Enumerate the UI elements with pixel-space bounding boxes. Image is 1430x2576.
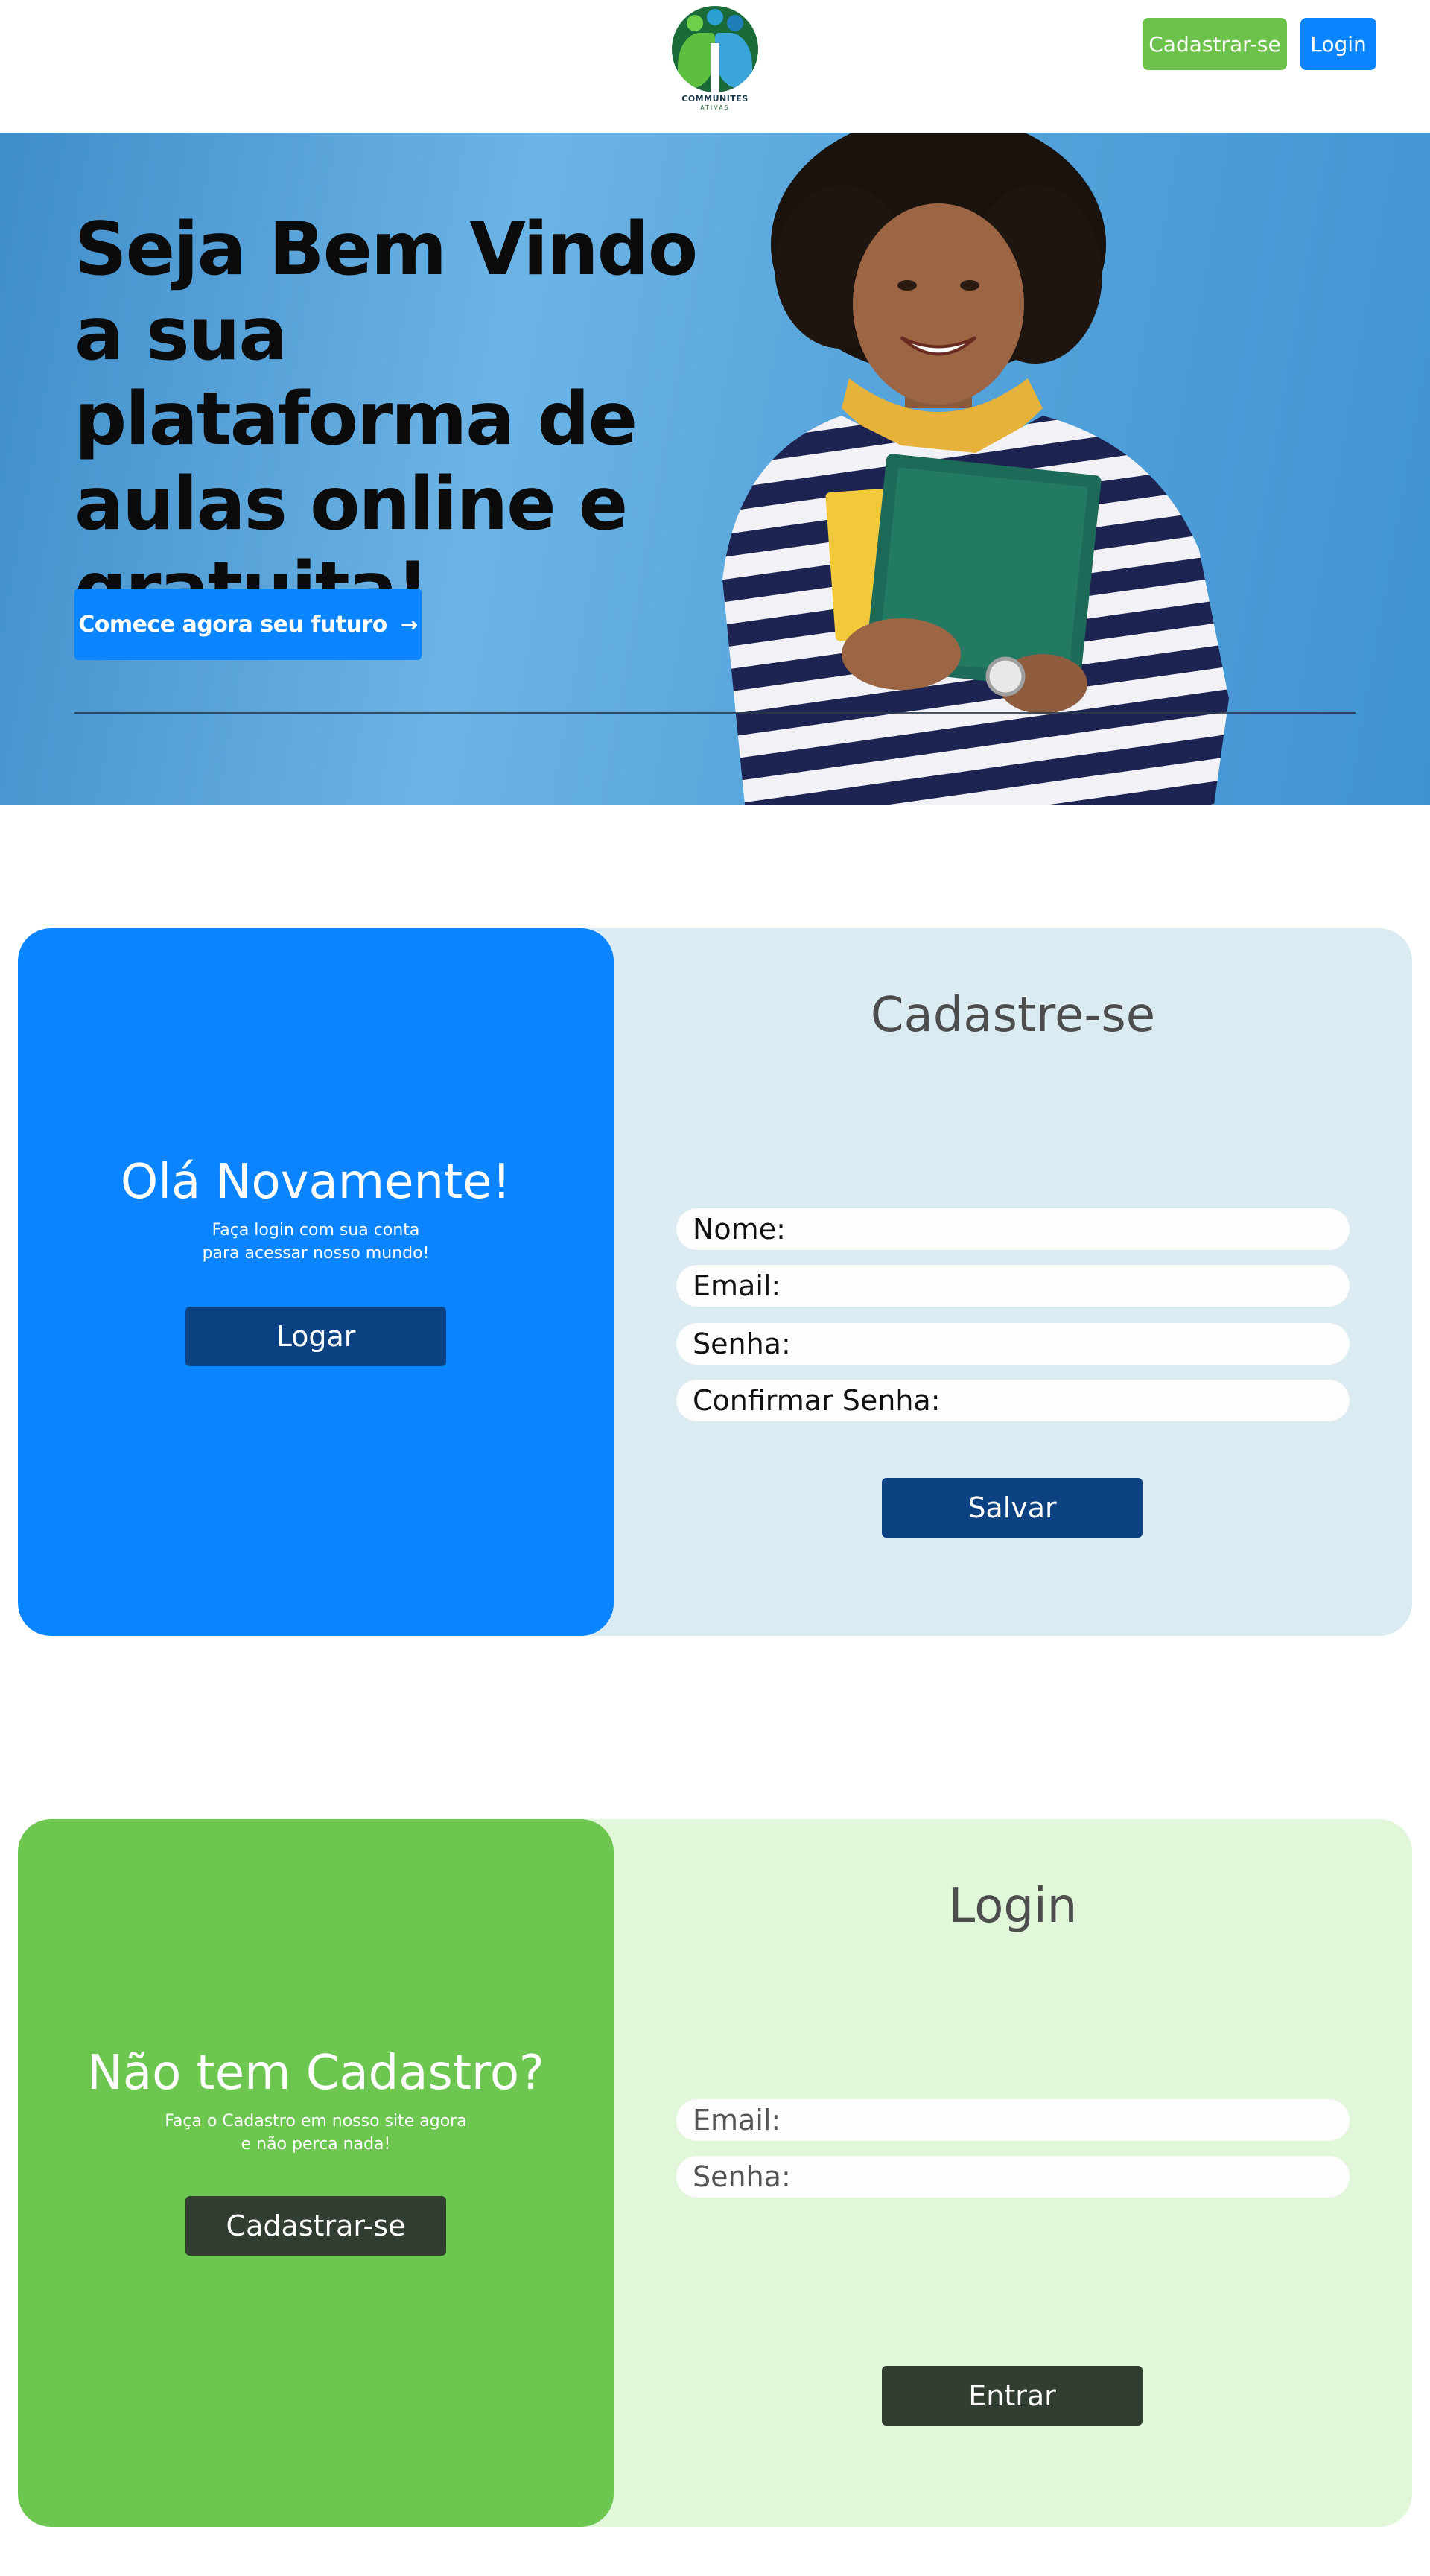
register-side-panel — [18, 928, 614, 1636]
salvar-button[interactable]: Salvar — [882, 1478, 1143, 1538]
confirm-password-field-label: Confirmar Senha: — [693, 1384, 941, 1417]
hero-cta-label: Comece agora seu futuro — [78, 611, 387, 638]
login-side-panel — [18, 1819, 614, 2527]
hero-section: Seja Bem Vindo a sua plataforma de aulas… — [0, 133, 1430, 805]
password-field[interactable]: Senha: — [676, 1323, 1350, 1365]
hero-title: Seja Bem Vindo a sua plataforma de aulas… — [74, 207, 698, 632]
login-email-field-label: Email: — [693, 2104, 781, 2136]
arrow-right-icon: → — [400, 612, 418, 637]
header-login-button[interactable]: Login — [1300, 18, 1376, 70]
name-field-label: Nome: — [693, 1213, 786, 1246]
entrar-button[interactable]: Entrar — [882, 2366, 1143, 2426]
login-password-field[interactable]: Senha: — [676, 2156, 1350, 2198]
site-header: COMMUNITES ATIVAS Cadastrar-se Login — [0, 0, 1430, 133]
login-panel: Não tem Cadastro? Faça o Cadastro em nos… — [18, 1819, 1412, 2527]
login-email-field[interactable]: Email: — [676, 2099, 1350, 2141]
name-field[interactable]: Nome: — [676, 1208, 1350, 1250]
login-side-title: Não tem Cadastro? — [87, 2046, 544, 2101]
email-field[interactable]: Email: — [676, 1265, 1350, 1307]
login-form-title: Login — [948, 1879, 1078, 1934]
header-signup-button[interactable]: Cadastrar-se — [1143, 18, 1287, 70]
login-password-field-label: Senha: — [693, 2160, 791, 2193]
register-side-title: Olá Novamente! — [120, 1155, 512, 1210]
logo-tree-icon — [672, 6, 758, 92]
logo[interactable]: COMMUNITES ATIVAS — [669, 6, 761, 113]
password-field-label: Senha: — [693, 1327, 791, 1360]
login-side-subtitle-2: e não perca nada! — [241, 2135, 391, 2154]
logo-text: COMMUNITES — [681, 94, 749, 104]
hero-student-image — [722, 133, 1229, 805]
hero-divider — [74, 712, 1356, 714]
confirm-password-field[interactable]: Confirmar Senha: — [676, 1380, 1350, 1421]
logar-button[interactable]: Logar — [185, 1307, 446, 1366]
register-panel: Olá Novamente! Faça login com sua conta … — [18, 928, 1412, 1636]
login-side-subtitle-1: Faça o Cadastro em nosso site agora — [165, 2112, 467, 2131]
hero-cta-button[interactable]: Comece agora seu futuro → — [74, 589, 422, 660]
register-form-title: Cadastre-se — [870, 988, 1156, 1043]
logo-subtext: ATIVAS — [700, 104, 730, 111]
email-field-label: Email: — [693, 1269, 781, 1302]
register-side-subtitle-1: Faça login com sua conta — [212, 1221, 420, 1240]
cadastrar-se-button[interactable]: Cadastrar-se — [185, 2196, 446, 2256]
register-side-subtitle-2: para acessar nosso mundo! — [202, 1244, 430, 1263]
